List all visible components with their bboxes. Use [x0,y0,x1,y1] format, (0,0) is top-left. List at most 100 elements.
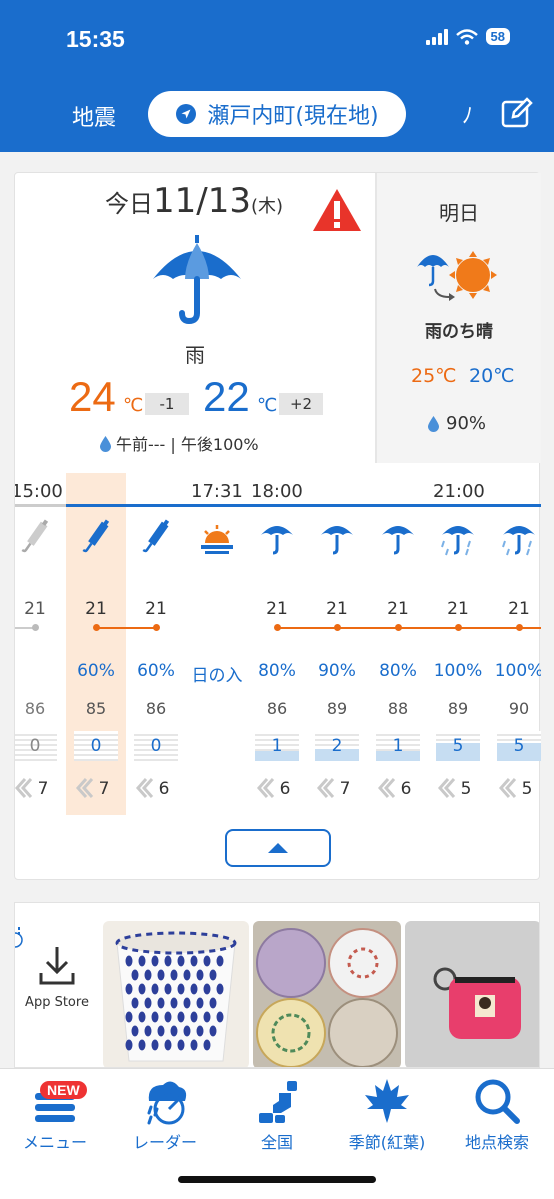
nav-radar[interactable]: レーダー [110,1077,220,1153]
hour-temp: 21 [266,599,288,619]
rain-drop-icon [100,435,111,452]
hourly-forecast[interactable]: 15:00 17:31 18:00 21:00 21 86 0 7 21 60% 85 0 7 2… [15,473,541,817]
today-low-diff: +2 [279,393,323,415]
nav-national-label: 全国 [260,1133,293,1152]
tomorrow-panel[interactable]: 明日 雨のち晴 25℃ 20℃ 90% [377,173,541,463]
today-date: 今日11/13(木) [105,181,284,221]
hour-rainfall: 0 [15,731,57,761]
pouch-illustration [433,967,521,1039]
hour-temp: 21 [387,599,409,619]
wifi-icon [455,28,478,45]
tomorrow-high-temp: 25℃ [411,365,457,387]
app-store-button[interactable]: App Store [15,943,99,1067]
hour-wind-speed: 7 [98,779,110,799]
hour-wind-speed: 5 [460,779,472,799]
status-icons: 58 [425,28,510,45]
signal-icon [425,28,448,45]
hour-temp: 21 [508,599,530,619]
hour-rainfall-value: 2 [331,736,343,756]
hour-rainfall: 2 [315,731,359,761]
hour-precip-chance: 100% [433,661,483,681]
app-store-label: App Store [25,995,89,1010]
nav-search-label: 地点検索 [464,1133,529,1152]
ad-image-pouch[interactable] [405,921,539,1067]
time-label-2100: 21:00 [433,481,485,502]
today-precip: 午前--- | 午後100% [99,431,259,455]
nav-national[interactable]: 全国 [222,1077,332,1153]
temp-point [153,624,160,631]
time-label-1800: 18:00 [251,481,303,502]
hour-rainfall-value: 0 [150,736,162,756]
location-selector[interactable]: 瀬戸内町(現在地) [148,91,406,137]
ad-image-cup[interactable] [103,921,249,1067]
search-icon [475,1079,520,1124]
temp-point [516,624,523,631]
tomorrow-label: 明日 [439,201,479,225]
edit-icon[interactable] [500,96,534,130]
plates-illustration [256,928,398,1067]
hour-temp: 21 [326,599,348,619]
hour-rainfall: 5 [436,731,480,761]
tomorrow-low-temp: 20℃ [469,365,515,387]
temp-point [334,624,341,631]
temp-line-2 [277,627,541,629]
sunset-icon [197,517,237,557]
header-more-link[interactable]: ﾉ [462,98,473,130]
ad-banner[interactable]: App Store [14,902,540,1068]
hour-precip-chance: 60% [137,661,175,681]
hour-rainfall-value: 0 [29,736,41,756]
hour-humidity: 89 [326,699,348,718]
hour-wind-speed: 5 [521,779,533,799]
download-icon [39,947,75,985]
hour-rainfall-value: 5 [513,736,525,756]
collapse-button[interactable] [225,829,331,867]
today-low-unit: ℃ [257,395,278,416]
hour-precip-chance: 80% [379,661,417,681]
hour-rainfall-value: 5 [452,736,464,756]
hour-temp: 21 [85,599,107,619]
hour-wind-speed: 6 [279,779,291,799]
home-indicator [178,1176,376,1183]
hour-rainfall-value: 0 [90,736,102,756]
hour-rainfall: 0 [134,731,178,761]
hour-humidity: 90 [508,699,530,718]
temp-point [274,624,281,631]
cup-illustration [115,931,237,1062]
warning-icon[interactable] [311,187,363,233]
hour-wind-speed: 7 [339,779,351,799]
temp-point [32,624,39,631]
chevron-up-icon [268,843,288,853]
tomorrow-weather-text: 雨のち晴 [425,322,493,342]
tomorrow-precip: 90% [427,413,486,434]
maple-leaf-icon [365,1079,409,1123]
ad-image-plates[interactable] [253,921,401,1067]
today-low-temp: 22 [203,373,250,420]
hour-humidity: 85 [85,699,107,718]
today-high-diff: -1 [145,393,189,415]
location-arrow-icon [176,104,197,124]
earthquake-link[interactable]: 地震 [72,100,116,132]
hour-humidity: 86 [24,699,46,718]
today-panel: 今日11/13(木) 雨 24 ℃ -1 22 ℃ +2 午前--- | 午後1… [15,173,377,463]
radar-icon [147,1081,187,1125]
hour-temp: 21 [24,599,46,619]
today-weather-text: 雨 [185,343,205,367]
closed-umbrella-icon [136,517,176,557]
umbrella-icon [378,517,418,557]
nav-menu[interactable]: メニュー NEW [0,1077,110,1153]
rain-drop-icon [428,416,439,432]
time-axis [66,504,541,507]
closed-umbrella-icon [76,517,116,557]
nav-search[interactable]: 地点検索 [442,1077,552,1153]
hour-precip-chance: 60% [77,661,115,681]
hour-rainfall: 5 [497,731,541,761]
nav-menu-label: メニュー [22,1133,87,1152]
hour-humidity: 89 [447,699,469,718]
temp-point [93,624,100,631]
heavy-rain-umbrella-icon [499,517,539,557]
hour-rainfall: 1 [255,731,299,761]
nav-season[interactable]: 季節(紅葉) [332,1077,442,1153]
hour-precip-chance: 80% [258,661,296,681]
hour-rainfall-value: 1 [271,736,283,756]
hour-rainfall: 0 [74,731,118,761]
